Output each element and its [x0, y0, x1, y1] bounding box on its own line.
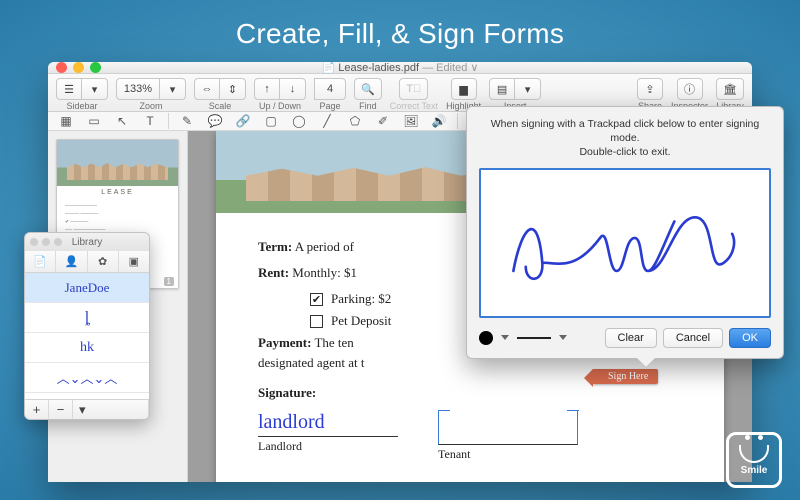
- signature-hint: When signing with a Trackpad click below…: [479, 117, 771, 160]
- ok-button[interactable]: OK: [729, 328, 771, 348]
- window-titlebar: 📄 Lease-ladies.pdf — Edited ∨: [48, 62, 752, 74]
- tool-comment-icon[interactable]: 💬: [205, 112, 225, 130]
- tool-select-icon[interactable]: ▭: [84, 112, 104, 130]
- share-button[interactable]: ⇪: [637, 78, 663, 100]
- pet-text: Pet Deposit: [331, 313, 391, 329]
- page-number-field[interactable]: 4: [314, 78, 346, 100]
- library-tab-people[interactable]: 👤: [56, 251, 87, 272]
- tenant-signature-field[interactable]: [438, 411, 578, 445]
- zoom-label: Zoom: [139, 101, 162, 111]
- payment-text-2: designated agent at t: [258, 355, 365, 370]
- library-tab-shapes[interactable]: ▣: [119, 251, 149, 272]
- find-label: Find: [359, 101, 377, 111]
- smile-brand-logo: Smile: [726, 432, 782, 488]
- term-label: Term:: [258, 239, 292, 254]
- sidebar-mode-dropdown[interactable]: ▾: [82, 78, 108, 100]
- library-button[interactable]: 🏛: [716, 78, 744, 100]
- scale-fit-width-button[interactable]: ⇔: [194, 78, 220, 100]
- library-item[interactable]: ȴ: [25, 303, 149, 333]
- correct-text-button[interactable]: T⃞: [399, 78, 428, 100]
- tool-polygon-icon[interactable]: ⬠: [345, 112, 365, 130]
- signature-popover: When signing with a Trackpad click below…: [466, 106, 784, 359]
- library-panel: Library 📄 👤 ✿ ▣ JaneDoe ȴ hk ︿⌄︿⌄︿ + − ▾: [24, 232, 150, 420]
- tool-text-icon[interactable]: T: [140, 112, 160, 130]
- pet-checkbox[interactable]: [310, 315, 323, 328]
- find-button[interactable]: 🔍: [354, 78, 382, 100]
- zoom-window-icon[interactable]: [90, 62, 101, 73]
- library-remove-button[interactable]: −: [49, 400, 73, 419]
- library-panel-title: Library: [72, 237, 103, 248]
- thumbnail-page-badge: 1: [164, 277, 174, 286]
- scale-fit-page-button[interactable]: ⇕: [220, 78, 246, 100]
- minimize-icon[interactable]: [73, 62, 84, 73]
- tool-note-icon[interactable]: ✎: [177, 112, 197, 130]
- landlord-signature: landlord: [258, 411, 325, 434]
- insert-dropdown[interactable]: ▾: [515, 78, 541, 100]
- tool-rect-icon[interactable]: ▢: [261, 112, 281, 130]
- tool-link-icon[interactable]: 🔗: [233, 112, 253, 130]
- zoom-value-field[interactable]: 133%: [116, 78, 160, 100]
- thumbnail-title: LEASE: [57, 186, 178, 199]
- correct-label: Correct Text: [390, 101, 438, 111]
- doc-icon: 📄: [322, 62, 336, 74]
- library-item[interactable]: hk: [25, 333, 149, 363]
- library-menu-button[interactable]: ▾: [73, 400, 149, 419]
- highlight-button[interactable]: ▆: [451, 78, 477, 100]
- sidebar-label: Sidebar: [66, 101, 97, 111]
- signature-canvas[interactable]: [479, 168, 771, 318]
- document-filename: Lease-ladies.pdf: [338, 62, 419, 74]
- clear-button[interactable]: Clear: [605, 328, 657, 348]
- tool-image-icon[interactable]: 🖼: [401, 112, 421, 130]
- smile-brand-name: Smile: [741, 465, 768, 476]
- signature-path-icon: [501, 191, 749, 293]
- page-label: Page: [319, 101, 340, 111]
- window-title: 📄 Lease-ladies.pdf — Edited ∨: [48, 62, 752, 74]
- landlord-label: Landlord: [258, 439, 302, 454]
- sidebar-toggle-button[interactable]: ☰: [56, 78, 82, 100]
- insert-button[interactable]: ▤: [489, 78, 515, 100]
- tool-thumbnails-icon[interactable]: ▦: [56, 112, 76, 130]
- sign-here-sticker[interactable]: Sign Here: [592, 369, 658, 384]
- tool-sound-icon[interactable]: 🔊: [429, 112, 449, 130]
- term-text: A period of: [295, 239, 354, 254]
- document-state: — Edited ∨: [422, 62, 478, 74]
- signature-stroke-preview[interactable]: [517, 337, 551, 339]
- tool-pointer-icon[interactable]: ↖: [112, 112, 132, 130]
- library-tab-stamps[interactable]: ✿: [88, 251, 119, 272]
- scale-label: Scale: [209, 101, 232, 111]
- library-item[interactable]: JaneDoe: [25, 273, 149, 303]
- signature-color-dropdown-icon[interactable]: [501, 335, 509, 340]
- tool-line-icon[interactable]: ╱: [317, 112, 337, 130]
- page-up-button[interactable]: ↑: [254, 78, 280, 100]
- updown-label: Up / Down: [259, 101, 301, 111]
- library-panel-titlebar[interactable]: Library: [25, 233, 149, 251]
- library-list: JaneDoe ȴ hk ︿⌄︿⌄︿: [25, 273, 149, 399]
- payment-text: The ten: [314, 335, 353, 350]
- traffic-lights: [56, 62, 101, 73]
- tool-callout-icon[interactable]: ✐: [373, 112, 393, 130]
- signature-label: Signature:: [258, 385, 316, 400]
- signature-color-swatch[interactable]: [479, 331, 493, 345]
- library-add-button[interactable]: +: [25, 400, 49, 419]
- rent-text: Monthly: $1: [292, 265, 357, 280]
- page-down-button[interactable]: ↓: [280, 78, 306, 100]
- parking-checkbox[interactable]: ✔: [310, 293, 323, 306]
- rent-label: Rent:: [258, 265, 289, 280]
- tenant-label: Tenant: [438, 447, 470, 462]
- thumbnail-photo: [57, 140, 178, 186]
- marketing-headline: Create, Fill, & Sign Forms: [0, 0, 800, 64]
- zoom-dropdown[interactable]: ▾: [160, 78, 186, 100]
- cancel-button[interactable]: Cancel: [663, 328, 723, 348]
- signature-stroke-dropdown-icon[interactable]: [559, 335, 567, 340]
- close-icon[interactable]: [56, 62, 67, 73]
- inspector-button[interactable]: ⓘ: [677, 78, 703, 100]
- library-tab-documents[interactable]: 📄: [25, 251, 56, 272]
- payment-label: Payment:: [258, 335, 311, 350]
- parking-text: Parking: $2: [331, 291, 391, 307]
- library-item[interactable]: ︿⌄︿⌄︿: [25, 363, 149, 393]
- tool-circle-icon[interactable]: ◯: [289, 112, 309, 130]
